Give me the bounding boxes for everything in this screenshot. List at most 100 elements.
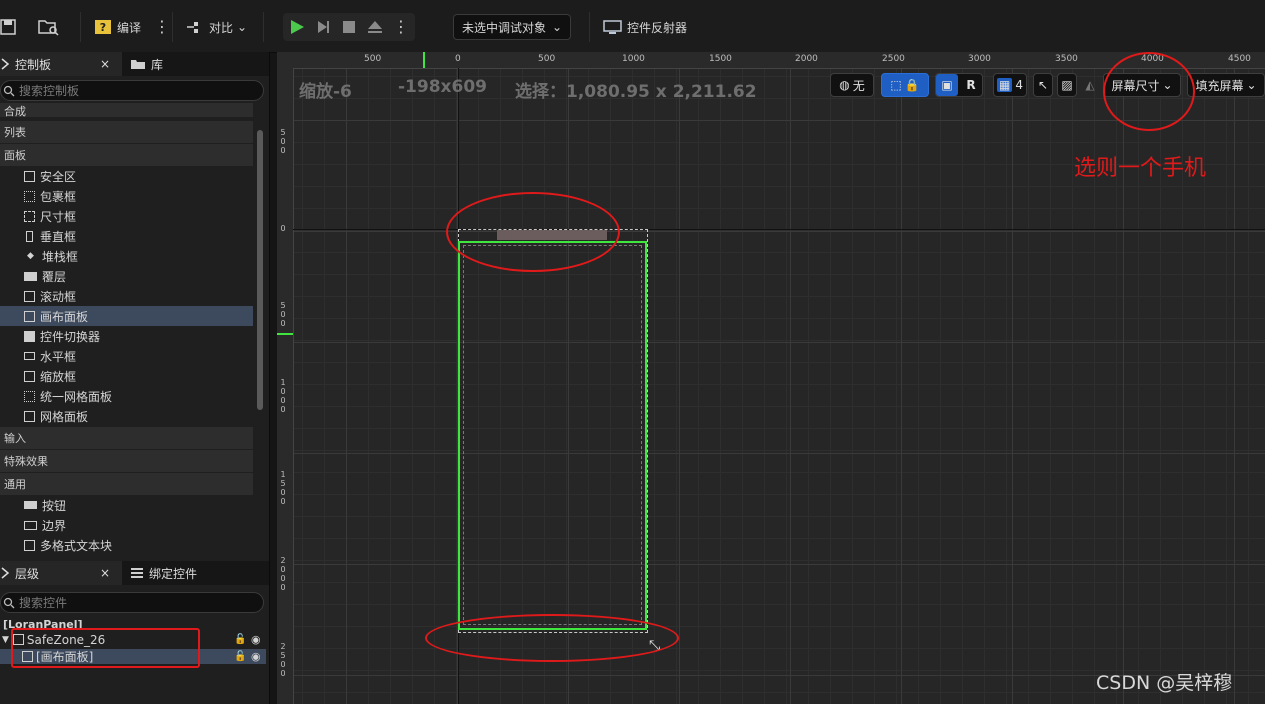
palette-item-uniform-grid[interactable]: 统一网格面板 (0, 386, 253, 406)
button-icon (24, 501, 37, 509)
watermark: CSDN @吴梓穆 (1096, 672, 1233, 694)
hierarchy-search-input[interactable]: 搜索控件 (0, 592, 264, 613)
left-panels: 控制板 × 库 搜索控制板 合成 列表 面板 安全区 包裹框 尺寸框 垂直框 ◆… (0, 52, 270, 704)
zoom-label: 缩放-6 (299, 82, 352, 102)
hierarchy-tab-label: 层级 (15, 566, 40, 581)
canvas-panel-icon (24, 310, 35, 322)
compile-warning-icon: ? (95, 20, 111, 34)
close-icon[interactable]: × (100, 57, 110, 71)
palette-item-horizontal-box[interactable]: 水平框 (0, 346, 253, 366)
dotted-select-icon: ⬚ (890, 78, 902, 92)
localization-button[interactable]: ◍ 无 (830, 73, 874, 97)
palette-item-overlay[interactable]: 覆层 (0, 266, 253, 286)
folder-search-icon (38, 20, 59, 36)
widget-reflector-label: 控件反射器 (627, 20, 688, 35)
stop-icon[interactable] (341, 19, 357, 35)
safe-zone-icon (24, 170, 35, 182)
chevron-down-icon: ⌄ (237, 20, 248, 34)
palette-item-rich-text[interactable]: 多格式文本块 (0, 535, 253, 555)
save-button[interactable] (0, 13, 16, 41)
globe-icon: ◍ (839, 78, 850, 92)
canvas-panel-outline[interactable] (463, 245, 642, 625)
tab-bind-widgets[interactable]: 绑定控件 (130, 561, 250, 585)
widget-reflector-button[interactable]: 控件反射器 (603, 13, 687, 41)
respect-locks-toggle[interactable]: ⬚ 🔒 (881, 73, 929, 97)
compile-button[interactable]: ? 编译 (93, 13, 141, 41)
flow-direction-button[interactable]: ◭ (1080, 73, 1100, 97)
ruler-top-green-marker (423, 52, 425, 68)
hierarchy-search-placeholder: 搜索控件 (19, 596, 68, 610)
fill-screen-dropdown[interactable]: 填充屏幕 ⌄ (1187, 73, 1265, 97)
svg-text:?: ? (100, 21, 106, 34)
category-list[interactable]: 列表 (0, 121, 253, 143)
widget-switcher-icon (24, 330, 35, 342)
image-icon: ▨ (1061, 78, 1073, 92)
eject-icon[interactable] (367, 19, 383, 35)
horizontal-box-icon (24, 352, 35, 360)
palette-item-grid-panel[interactable]: 网格面板 (0, 406, 253, 426)
palette-search-input[interactable]: 搜索控制板 (0, 80, 264, 101)
diff-button[interactable]: 对比 ⌄ (185, 13, 247, 41)
annotation-top-circle (446, 192, 620, 272)
expand-arrow-icon[interactable]: ▼ (2, 635, 9, 645)
search-icon (3, 85, 15, 96)
scale-box-icon (24, 370, 35, 382)
play-icon[interactable] (289, 19, 305, 35)
palette-tabbar: 控制板 × 库 (0, 52, 269, 76)
designer-viewport[interactable]: 500 0 500 1000 1500 2000 2500 3000 3500 … (277, 52, 1265, 704)
play-options-kebab-icon[interactable]: ⋮ (393, 19, 409, 35)
debug-object-label: 未选中调试对象 (462, 20, 547, 35)
palette-item-border[interactable]: 边界 (0, 515, 253, 535)
uniform-grid-icon (24, 390, 35, 402)
grid-icon: ▦ (997, 78, 1013, 92)
category-compose[interactable]: 合成 (0, 103, 253, 117)
palette-item-scale-box[interactable]: 缩放框 (0, 366, 253, 386)
unlock-icon[interactable]: 🔓 (234, 634, 246, 645)
grid-snap-button[interactable]: ▦ 4 (993, 73, 1027, 97)
palette-item-button[interactable]: 按钮 (0, 495, 253, 515)
main-toolbar: ? 编译 ⋮ 对比 ⌄ ⋮ 未选中调试对象 ⌄ 控件反射器 (0, 0, 1265, 53)
visibility-eye-icon[interactable]: ◉ (251, 633, 261, 646)
visibility-eye-icon[interactable]: ◉ (251, 650, 261, 663)
play-controls: ⋮ (283, 13, 415, 41)
category-effects[interactable]: 特殊效果 (0, 450, 253, 472)
category-input[interactable]: 输入 (0, 427, 253, 449)
palette-item-size-box[interactable]: 尺寸框 (0, 206, 253, 226)
palette-item-canvas-panel[interactable]: 画布面板 (0, 306, 253, 326)
palette-tab-label: 控制板 (15, 57, 52, 72)
image-preview-button[interactable]: ▨ (1057, 73, 1077, 97)
palette-search-placeholder: 搜索控制板 (19, 84, 80, 98)
unlock-icon[interactable]: 🔓 (234, 651, 246, 662)
list-icon (131, 568, 143, 578)
annotation-note: 选则一个手机 (1074, 156, 1207, 181)
snap-r-toggle[interactable]: ▣ R (935, 73, 983, 97)
category-panel[interactable]: 面板 (0, 144, 253, 166)
tab-hierarchy[interactable]: 层级 × (0, 561, 122, 585)
palette-item-stack-box[interactable]: ◆ 堆栈框 (0, 246, 253, 266)
origin-axis-horizontal (293, 229, 1265, 230)
palette-item-vertical-box[interactable]: 垂直框 (0, 226, 253, 246)
stack-box-icon: ◆ (27, 251, 34, 261)
size-box-icon (24, 210, 35, 222)
triangle-icon: ◭ (1085, 78, 1095, 92)
compile-options-button[interactable]: ⋮ (154, 13, 170, 41)
palette-scrollbar[interactable] (256, 122, 264, 417)
palette-item-wrap-box[interactable]: 包裹框 (0, 186, 253, 206)
palette-item-safe-zone[interactable]: 安全区 (0, 166, 253, 186)
close-icon[interactable]: × (100, 566, 110, 580)
chevron-down-icon: ⌄ (552, 20, 563, 34)
palette-item-widget-switcher[interactable]: 控件切换器 (0, 326, 253, 346)
step-icon[interactable] (315, 19, 331, 35)
border-icon (24, 520, 37, 530)
overlay-icon (24, 271, 37, 281)
category-common[interactable]: 通用 (0, 473, 253, 495)
palette-item-scroll-box[interactable]: 滚动框 (0, 286, 253, 306)
tab-library[interactable]: 库 (130, 52, 230, 76)
tab-palette[interactable]: 控制板 × (0, 52, 122, 76)
folder-icon (131, 60, 145, 69)
pin-icon: ▣ (936, 74, 958, 96)
select-cursor-button[interactable]: ↖ (1033, 73, 1053, 97)
browse-button[interactable] (38, 13, 60, 41)
debug-object-dropdown[interactable]: 未选中调试对象 ⌄ (453, 13, 572, 41)
annotation-bottom-circle (425, 614, 679, 662)
